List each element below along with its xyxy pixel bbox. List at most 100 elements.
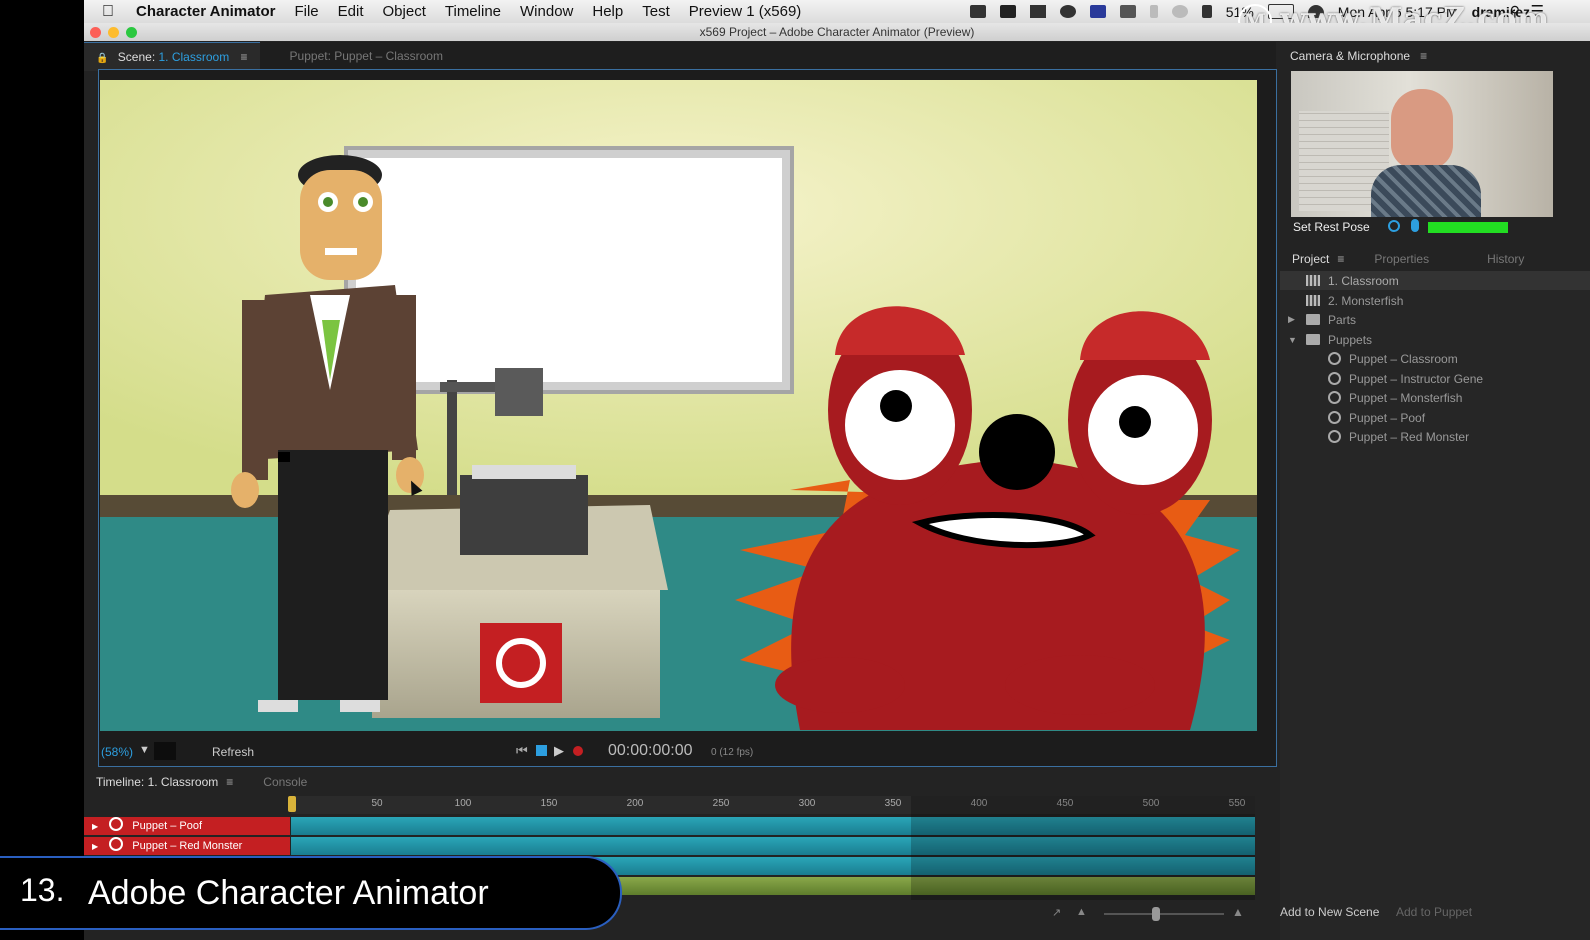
record-button-icon[interactable] — [573, 746, 583, 756]
puppet-icon — [1328, 372, 1341, 385]
tick-label: 350 — [884, 798, 902, 809]
zoom-in-icon[interactable]: ▲ — [1232, 905, 1244, 919]
caption-text: Adobe Character Animator — [88, 874, 489, 912]
tab-properties[interactable]: Properties — [1362, 245, 1441, 273]
menu-app-name[interactable]: Character Animator — [136, 3, 275, 20]
list-item[interactable]: Puppet – Red Monster — [1280, 427, 1590, 446]
go-to-start-icon[interactable]: ⏮ — [516, 743, 528, 759]
camera-toggle-icon[interactable] — [1388, 220, 1400, 232]
zoom-window-button[interactable] — [126, 27, 137, 38]
refresh-button[interactable]: Refresh — [212, 745, 254, 759]
volume-icon[interactable] — [1201, 5, 1212, 18]
zoom-dropdown-icon[interactable]: ▼ — [139, 744, 150, 756]
airplay-icon[interactable] — [1119, 5, 1136, 18]
tab-timeline[interactable]: Timeline: 1. Classroom ≡ — [84, 768, 245, 796]
video-caption: 13. Adobe Character Animator — [0, 856, 622, 930]
tab-puppet[interactable]: Puppet: Puppet – Classroom — [278, 42, 455, 70]
scene-stage[interactable] — [100, 80, 1257, 731]
list-item[interactable]: ▶ Parts — [1280, 310, 1574, 329]
window-title-bar: x569 Project – Adobe Character Animator … — [84, 23, 1590, 41]
lock-icon[interactable]: 🔒 — [96, 53, 108, 64]
add-to-new-scene-button[interactable]: Add to New Scene — [1280, 905, 1379, 919]
tab-scene[interactable]: 🔒 Scene: 1. Classroom ≡ — [84, 41, 260, 71]
timeline-panel-tabs: Timeline: 1. Classroom ≡ Console — [84, 768, 1276, 796]
tab-scene-prefix: Scene: — [117, 49, 156, 64]
track-expand-icon[interactable]: ▶ — [92, 822, 98, 831]
zoom-out-icon[interactable]: ▲ — [1076, 906, 1087, 918]
scene-icon — [1306, 275, 1320, 286]
bluetooth-icon[interactable] — [1149, 5, 1158, 18]
time-machine-icon[interactable] — [1171, 5, 1188, 18]
tick-label: 250 — [712, 798, 730, 809]
fit-timeline-icon[interactable]: ↗ — [1052, 906, 1061, 919]
tab-scene-name: 1. Classroom — [158, 49, 230, 64]
creative-cloud-icon[interactable] — [1059, 5, 1076, 18]
menu-timeline[interactable]: Timeline — [445, 3, 501, 20]
list-item[interactable]: 1. Classroom — [1280, 271, 1590, 290]
track-header[interactable]: ▶ Puppet – Red Monster — [84, 837, 290, 855]
menu-object[interactable]: Object — [383, 3, 426, 20]
list-item-label: 1. Classroom — [1328, 273, 1399, 288]
microphone-toggle-icon[interactable] — [1411, 219, 1419, 232]
dropbox-icon[interactable] — [999, 5, 1016, 18]
menu-preview[interactable]: Preview 1 (x569) — [689, 3, 802, 20]
play-button-icon[interactable]: ▶ — [554, 743, 564, 759]
menu-edit[interactable]: Edit — [338, 3, 364, 20]
scene-artwork — [100, 80, 1257, 731]
zoom-level[interactable]: (58%) — [101, 745, 133, 759]
track-expand-icon[interactable]: ▶ — [92, 842, 98, 851]
playhead-handle[interactable] — [288, 796, 296, 812]
minimize-window-button[interactable] — [108, 27, 119, 38]
project-panel: Project ≡ Properties History 1. Classroom… — [1280, 245, 1590, 940]
menu-help[interactable]: Help — [592, 3, 623, 20]
list-item[interactable]: 2. Monsterfish — [1280, 291, 1590, 310]
tick-label: 200 — [626, 798, 644, 809]
current-timecode[interactable]: 00:00:00:00 — [608, 742, 693, 760]
tab-timeline-label: Timeline: 1. Classroom — [96, 775, 219, 789]
drive-icon[interactable] — [1029, 5, 1046, 18]
app-icon[interactable] — [1089, 5, 1106, 18]
close-window-button[interactable] — [90, 27, 101, 38]
set-rest-pose-button[interactable]: Set Rest Pose — [1293, 220, 1370, 234]
puppet-icon — [109, 837, 124, 851]
tab-console[interactable]: Console — [251, 768, 319, 796]
apple-icon[interactable]:  — [102, 3, 114, 21]
camera-panel-title-text: Camera & Microphone — [1290, 49, 1411, 63]
menu-window[interactable]: Window — [520, 3, 573, 20]
list-item-label: 2. Monsterfish — [1328, 293, 1404, 308]
menu-file[interactable]: File — [294, 3, 318, 20]
background-color-swatch[interactable] — [154, 742, 176, 760]
project-panel-tabs: Project ≡ Properties History — [1280, 245, 1590, 273]
tick-label: 50 — [371, 798, 383, 809]
puppet-icon — [1328, 352, 1341, 365]
project-panel-menu-icon[interactable]: ≡ — [1337, 252, 1344, 266]
list-item-label: Puppet – Instructor Gene — [1349, 371, 1484, 386]
camera-panel-menu-icon[interactable]: ≡ — [1420, 49, 1427, 63]
tab-history[interactable]: History — [1475, 245, 1536, 273]
puppet-icon — [1328, 391, 1341, 404]
frame-rate-readout: 0 (12 fps) — [711, 747, 754, 758]
facetime-icon[interactable] — [969, 5, 986, 18]
list-item[interactable]: Puppet – Instructor Gene — [1280, 369, 1590, 388]
person-shirt — [1371, 165, 1481, 217]
camera-preview — [1291, 71, 1553, 217]
disclosure-open-icon[interactable]: ▼ — [1288, 335, 1306, 345]
list-item[interactable]: Puppet – Poof — [1280, 408, 1590, 427]
tab-project[interactable]: Project ≡ — [1280, 245, 1356, 273]
menu-test[interactable]: Test — [642, 3, 670, 20]
tick-label: 300 — [798, 798, 816, 809]
timeline-zoom-slider[interactable] — [1104, 907, 1224, 921]
creative-cloud-logo — [480, 623, 562, 703]
panel-menu-icon[interactable]: ≡ — [241, 50, 248, 64]
track-header[interactable]: ▶ Puppet – Poof — [84, 817, 290, 835]
disclosure-closed-icon[interactable]: ▶ — [1288, 314, 1306, 325]
stop-button-icon[interactable] — [536, 745, 547, 756]
list-item[interactable]: ▼ Puppets — [1280, 330, 1574, 349]
list-item[interactable]: Puppet – Classroom — [1280, 349, 1590, 368]
timeline-zoom-thumb[interactable] — [1152, 907, 1160, 921]
puppet-icon — [1328, 430, 1341, 443]
tick-label: 150 — [540, 798, 558, 809]
list-item[interactable]: Puppet – Monsterfish — [1280, 388, 1590, 407]
timeline-panel-menu-icon[interactable]: ≡ — [226, 775, 233, 789]
add-to-puppet-button[interactable]: Add to Puppet — [1396, 905, 1472, 919]
